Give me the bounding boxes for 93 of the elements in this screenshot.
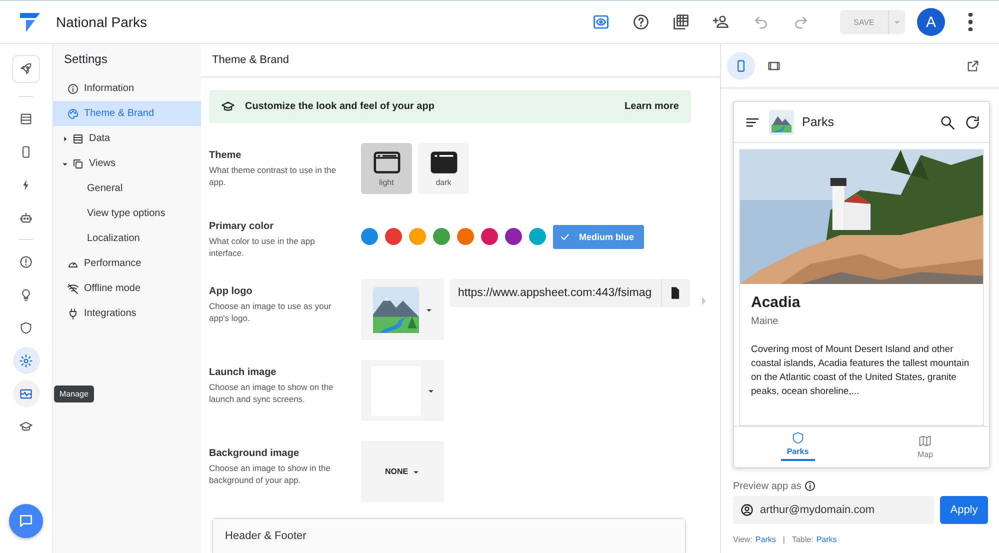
setting-label: Launch image — [209, 367, 278, 378]
add-person-icon — [712, 13, 730, 31]
color-swatch[interactable] — [433, 228, 450, 245]
app-header-title: Parks — [802, 115, 834, 129]
setting-hint: Choose an image to use as your app's logo. — [209, 300, 332, 324]
nav-item[interactable]: Data — [53, 126, 201, 151]
more-icon — [968, 13, 972, 31]
caret-right-icon[interactable] — [61, 134, 69, 142]
preview-icon — [592, 13, 610, 31]
learn-more-link[interactable]: Learn more — [624, 101, 679, 112]
graduation-cap-icon — [221, 100, 235, 114]
info-icon — [67, 82, 79, 94]
nav-item[interactable]: Performance — [53, 251, 201, 276]
search-icon[interactable] — [939, 114, 956, 130]
alert-icon — [19, 254, 33, 268]
preview-as-label: Preview app as — [733, 480, 802, 492]
page-title: Theme & Brand — [201, 44, 720, 78]
grid-icon — [672, 13, 690, 31]
dark-window-icon — [430, 150, 458, 174]
avatar-button[interactable]: A — [917, 8, 945, 36]
bottom-tab[interactable]: Map — [862, 427, 989, 467]
bottom-tab[interactable]: Parks — [734, 427, 862, 467]
table-icon — [72, 132, 84, 144]
nav-item[interactable]: Information — [53, 76, 201, 101]
bulb-icon — [19, 288, 33, 302]
shield-icon — [790, 431, 805, 445]
setting-label: Theme — [209, 150, 242, 161]
map-icon — [918, 434, 932, 448]
footer-label: View: — [733, 535, 752, 544]
chat-button[interactable] — [9, 504, 43, 538]
color-swatch[interactable] — [385, 228, 402, 245]
rail-button[interactable] — [12, 347, 40, 374]
rocket-icon — [19, 62, 33, 76]
device-button[interactable] — [727, 52, 755, 80]
wifi-off-icon — [67, 282, 79, 294]
nav-item[interactable]: Localization — [53, 226, 201, 251]
nav-item[interactable]: Integrations — [53, 301, 201, 326]
color-swatch[interactable] — [529, 228, 546, 245]
info-icon[interactable] — [804, 480, 816, 492]
chat-icon — [18, 513, 34, 529]
setting-label: Primary color — [209, 221, 274, 232]
refresh-icon[interactable] — [964, 114, 981, 130]
section-title[interactable]: Header & Footer — [213, 519, 685, 553]
palette-icon — [67, 108, 79, 120]
shield-icon — [19, 320, 33, 334]
nav-item[interactable]: Views — [53, 151, 201, 176]
theme-option[interactable]: dark — [418, 143, 469, 194]
url-field[interactable]: https://www.appsheet.com:443/fsimag — [450, 279, 690, 307]
park-card[interactable]: Acadia Maine Covering most of Mount Desert Island and other coastal islands, Acadia features the tallest mountain on the Atlantic coast of the United States, granite peaks, ocean shoreline,... — [739, 149, 984, 426]
external-link-icon[interactable] — [966, 58, 980, 72]
setting-label: App logo — [209, 286, 254, 297]
settings-icon — [19, 354, 33, 368]
table-icon — [19, 112, 33, 126]
setting-hint: What theme contrast to use in the app. — [209, 164, 338, 188]
card-description: Covering most of Mount Desert Island and other coastal islands, Acadia features the tallest mountain on the Atlantic coast of the United States, granite peaks, ocean shoreline,... — [751, 343, 970, 399]
setting-hint: Choose an image to show on the launch and sync screens. — [209, 381, 334, 405]
panel-title: Settings — [63, 52, 108, 68]
card-title: Acadia — [751, 294, 802, 311]
view-link[interactable]: Parks — [755, 535, 776, 544]
color-swatch[interactable] — [457, 228, 474, 245]
account-icon — [740, 503, 754, 517]
image-picker[interactable] — [361, 279, 444, 340]
robot-icon — [19, 210, 33, 224]
copy-icon — [72, 158, 84, 170]
help-icon — [632, 13, 650, 31]
theme-option[interactable]: light — [361, 143, 412, 194]
logo-icon — [18, 10, 42, 34]
rail-button[interactable] — [12, 55, 40, 83]
expand-handle-icon[interactable] — [699, 296, 709, 306]
setting-label: Background image — [209, 448, 300, 459]
app-title: National Parks — [56, 14, 148, 30]
footer-label: Table: — [792, 535, 814, 544]
nav-item[interactable]: General — [53, 176, 201, 201]
light-window-icon — [372, 150, 400, 174]
color-swatch[interactable] — [361, 228, 378, 245]
setting-hint: What color to use in the app interface. — [209, 235, 316, 259]
color-swatch[interactable] — [481, 228, 498, 245]
tooltip: Manage — [54, 385, 94, 402]
email-field[interactable]: arthur@mydomain.com — [733, 496, 934, 524]
setting-hint: Choose an image to show in the background of your app. — [209, 462, 332, 486]
plug-icon — [67, 308, 79, 320]
nav-item[interactable]: View type options — [53, 201, 201, 226]
color-swatch[interactable] — [505, 228, 522, 245]
image-picker[interactable]: NONE — [361, 441, 444, 502]
card-subtitle: Maine — [751, 316, 780, 327]
graduation-cap-icon — [19, 420, 33, 434]
color-swatch[interactable] — [409, 228, 426, 245]
table-link[interactable]: Parks — [816, 535, 837, 544]
nav-item[interactable]: Offline mode — [53, 276, 201, 301]
chart-icon — [19, 386, 33, 400]
apply-button[interactable]: Apply — [940, 496, 988, 524]
separator: | — [782, 535, 785, 544]
banner-text: Customize the look and feel of your app — [245, 101, 436, 112]
